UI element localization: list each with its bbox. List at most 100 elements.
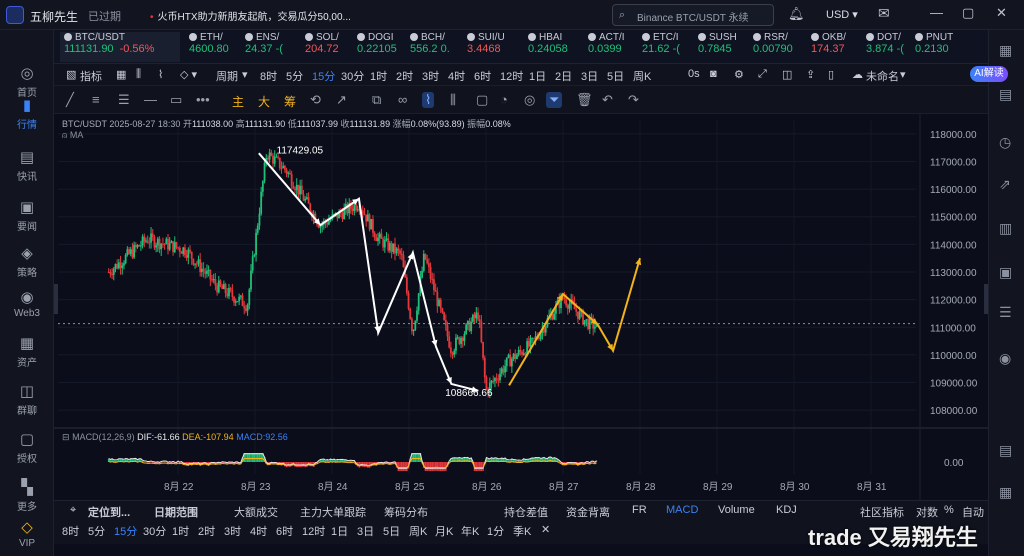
bottom-tab-12[interactable]: 对数 bbox=[916, 504, 938, 520]
lock-icon[interactable]: ▢ bbox=[476, 92, 488, 108]
cloud-icon[interactable]: ☁︎ bbox=[852, 68, 863, 81]
interval-3[interactable]: 30分 bbox=[341, 68, 364, 84]
interval-0[interactable]: 8时 bbox=[260, 68, 277, 84]
bottom-tab-2[interactable]: 大额成交 bbox=[234, 504, 278, 520]
document-icon[interactable]: ▤ bbox=[999, 86, 1012, 103]
close-icon[interactable]: ✕ bbox=[996, 5, 1007, 21]
bottom-tab-11[interactable]: 社区指标 bbox=[860, 504, 904, 520]
bottom-interval-9[interactable]: 12时 bbox=[302, 523, 325, 539]
fullscreen-icon[interactable]: ⤢ bbox=[758, 68, 767, 81]
interval-1[interactable]: 5分 bbox=[286, 68, 303, 84]
list-icon[interactable]: ☰ bbox=[999, 304, 1012, 321]
link-icon[interactable]: ∞ bbox=[398, 92, 407, 107]
bottom-tab-4[interactable]: 筹码分布 bbox=[384, 504, 428, 520]
nav-item-more[interactable]: ▚ 更多 bbox=[0, 478, 54, 513]
bottom-interval-10[interactable]: 1日 bbox=[331, 523, 348, 539]
trash-icon[interactable]: 🗑︎ bbox=[576, 92, 593, 108]
macd-legend[interactable]: ⊟ MACD(12,26,9) DIF:-61.66 DEA:-107.94 M… bbox=[62, 432, 288, 443]
ma-indicator-label[interactable]: ⍝ MA bbox=[62, 130, 83, 141]
note-icon[interactable]: ▤ bbox=[999, 442, 1012, 459]
bottom-interval-15[interactable]: 年K bbox=[461, 523, 479, 539]
arrow-tool-icon[interactable]: ↗ bbox=[336, 92, 347, 108]
layout-name[interactable]: 未命名 bbox=[866, 68, 899, 84]
bottom-interval-17[interactable]: 季K bbox=[513, 523, 531, 539]
bell-icon[interactable]: 🔔︎ bbox=[788, 6, 805, 22]
search-box[interactable]: ⌕ Binance BTC/USDT 永续 bbox=[612, 4, 774, 26]
path-tool-icon[interactable]: ⌇ bbox=[422, 92, 435, 108]
interval-6[interactable]: 3时 bbox=[422, 68, 439, 84]
nav-item-home[interactable]: ◎ 首页 bbox=[0, 64, 54, 99]
chart-trend-icon[interactable]: ⇗ bbox=[999, 176, 1011, 193]
nav-item-news[interactable]: ▣ 要闻 bbox=[0, 198, 54, 233]
bottom-interval-16[interactable]: 1分 bbox=[487, 523, 504, 539]
bottom-tab-13[interactable]: % bbox=[944, 504, 954, 516]
replay-icon[interactable]: ⟲ bbox=[310, 92, 321, 108]
bottom-tab-14[interactable]: 自动 bbox=[962, 504, 984, 520]
bottom-interval-13[interactable]: 周K bbox=[409, 523, 427, 539]
interval-5[interactable]: 2时 bbox=[396, 68, 413, 84]
ranking-icon[interactable]: ▣ bbox=[999, 264, 1012, 281]
left-drag-handle[interactable] bbox=[54, 284, 58, 314]
ticker-item[interactable]: SUI/U 3.4468 bbox=[463, 32, 519, 62]
grid-icon[interactable]: ▦ bbox=[999, 484, 1012, 501]
measure-icon[interactable]: ◔ bbox=[500, 92, 508, 107]
bottom-tab-10[interactable]: KDJ bbox=[776, 504, 797, 516]
redo-icon[interactable]: ↷ bbox=[628, 92, 639, 108]
clock-icon[interactable]: ◷ bbox=[999, 134, 1011, 151]
interval-9[interactable]: 12时 bbox=[500, 68, 523, 84]
indicator-button[interactable]: 指标 bbox=[80, 68, 102, 84]
interval-4[interactable]: 1时 bbox=[370, 68, 387, 84]
bottom-interval-14[interactable]: 月K bbox=[435, 523, 453, 539]
nav-item-web3[interactable]: ◉ Web3 bbox=[0, 288, 54, 319]
bottom-tab-8[interactable]: MACD bbox=[666, 504, 698, 516]
candle-tool-icon[interactable]: ⫼ bbox=[450, 92, 456, 108]
parallel-channel-icon[interactable]: ☰ bbox=[118, 92, 130, 108]
bottom-tab-6[interactable]: 资金背离 bbox=[566, 504, 610, 520]
bottom-interval-12[interactable]: 5日 bbox=[383, 523, 400, 539]
settings-icon[interactable]: ⚙ bbox=[734, 68, 744, 81]
ai-interpret-button[interactable]: AI解读 bbox=[970, 66, 1008, 82]
export-icon[interactable]: ⇪ bbox=[806, 68, 815, 81]
nav-item-flash-news[interactable]: ▤ 快讯 bbox=[0, 148, 54, 183]
more-dots-icon[interactable]: ••• bbox=[196, 92, 210, 107]
dropdown-icon[interactable]: ◇ ▾ bbox=[180, 68, 197, 81]
chart-style-icon[interactable]: ⌇ bbox=[158, 68, 163, 81]
ticker-item[interactable]: HBAI 0.24058 bbox=[524, 32, 580, 62]
minimize-icon[interactable]: — bbox=[930, 5, 943, 20]
layout-dropdown-icon[interactable]: ▾ bbox=[900, 68, 906, 81]
bottom-tab-7[interactable]: FR bbox=[632, 504, 647, 516]
locate-icon[interactable]: ⌖ bbox=[70, 504, 76, 517]
bottom-interval-3[interactable]: 30分 bbox=[143, 523, 166, 539]
nav-item-assets[interactable]: ▦ 资产 bbox=[0, 334, 54, 369]
bottom-interval-11[interactable]: 3日 bbox=[357, 523, 374, 539]
indicator-icon[interactable]: ▧ bbox=[66, 68, 76, 81]
bottom-interval-7[interactable]: 4时 bbox=[250, 523, 267, 539]
ticker-item[interactable]: SOL/204.72 bbox=[301, 32, 357, 62]
macd-collapse-icon[interactable]: ⊟ bbox=[62, 432, 70, 442]
bottom-tab-1[interactable]: 日期范围 bbox=[154, 504, 198, 520]
ticker-item[interactable]: RSR/0.00790 bbox=[749, 32, 805, 62]
ticker-item[interactable]: OKB/174.37 bbox=[807, 32, 863, 62]
interval-7[interactable]: 4时 bbox=[448, 68, 465, 84]
bottom-tab-3[interactable]: 主力大单跟踪 bbox=[300, 504, 366, 520]
interval-13[interactable]: 5日 bbox=[607, 68, 624, 84]
mail-icon[interactable]: ✉ bbox=[878, 5, 890, 22]
period-button[interactable]: 周期 bbox=[216, 68, 238, 84]
interval-14[interactable]: 周K bbox=[633, 68, 651, 84]
bottom-interval-1[interactable]: 5分 bbox=[88, 523, 105, 539]
ticker-item[interactable]: ACT/I 0.0399 bbox=[584, 32, 640, 62]
camera-icon[interactable]: ◙ bbox=[710, 68, 717, 80]
interval-2[interactable]: 15分 bbox=[312, 68, 335, 84]
currency-select[interactable]: USD ▾ bbox=[826, 8, 858, 21]
calendar-tool-icon[interactable]: ▦ bbox=[116, 68, 126, 81]
ticker-item[interactable]: DOT/3.874 -( bbox=[862, 32, 918, 62]
nav-item-strategy[interactable]: ◈ 策略 bbox=[0, 244, 54, 279]
big-order-tool[interactable]: 大 bbox=[258, 93, 270, 110]
copy-icon[interactable]: ⧉ bbox=[372, 92, 381, 108]
interval-12[interactable]: 3日 bbox=[581, 68, 598, 84]
ray-icon[interactable]: — bbox=[144, 92, 157, 107]
bottom-interval-6[interactable]: 3时 bbox=[224, 523, 241, 539]
chips-tool[interactable]: 筹 bbox=[284, 93, 296, 110]
close-icon[interactable]: ✕ bbox=[541, 523, 550, 536]
filter-icon[interactable]: ⏷ bbox=[546, 92, 563, 108]
